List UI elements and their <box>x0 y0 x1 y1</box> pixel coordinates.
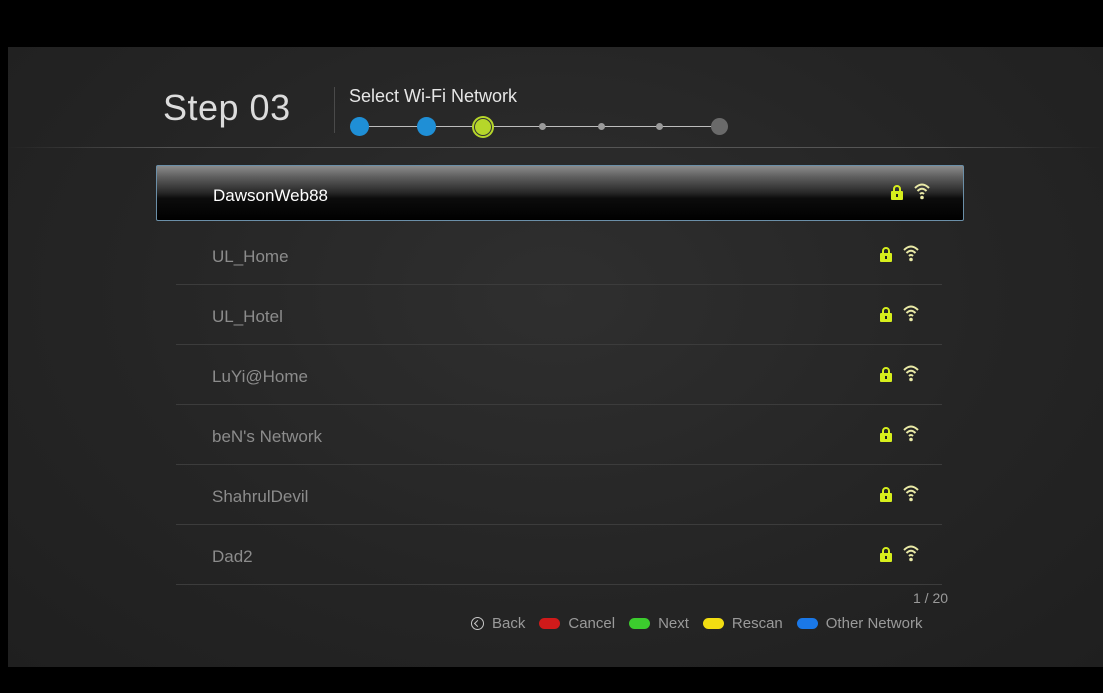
lock-icon <box>880 307 892 322</box>
network-name: DawsonWeb88 <box>213 186 328 205</box>
wifi-signal-icon <box>903 425 919 442</box>
progress-step-6 <box>656 123 663 130</box>
page-indicator: 1 / 20 <box>913 590 949 606</box>
progress-step-7 <box>711 118 728 135</box>
lock-icon <box>891 185 903 200</box>
step-number: Step 03 <box>163 87 291 128</box>
back-label: Back <box>492 614 526 632</box>
progress-step-4 <box>539 123 546 130</box>
network-name: ShahrulDevil <box>212 487 309 506</box>
network-row[interactable]: Dad2 <box>176 525 942 585</box>
wifi-signal-icon <box>903 365 919 382</box>
lock-icon <box>880 427 892 442</box>
other-network-label: Other Network <box>825 614 923 632</box>
network-name: Dad2 <box>212 547 253 566</box>
lock-icon <box>880 487 892 502</box>
lock-icon <box>880 547 892 562</box>
step-progress-indicator <box>350 117 730 137</box>
blue-key-icon <box>796 617 818 629</box>
step-title: Select Wi-Fi Network <box>349 86 518 106</box>
red-key-icon <box>539 617 561 629</box>
back-button[interactable]: Back <box>471 615 525 632</box>
rescan-button[interactable]: Rescan <box>702 614 783 632</box>
network-name: beN's Network <box>212 427 323 446</box>
cancel-button[interactable]: Cancel <box>539 615 615 632</box>
network-row[interactable]: DawsonWeb88 <box>156 165 964 221</box>
progress-step-2 <box>417 117 436 136</box>
other-network-button[interactable]: Other Network <box>796 614 923 632</box>
cancel-label: Cancel <box>568 614 616 632</box>
network-name: LuYi@Home <box>212 367 308 386</box>
wifi-signal-icon <box>903 245 919 262</box>
lock-icon <box>880 247 892 262</box>
rescan-label: Rescan <box>731 614 783 632</box>
network-row[interactable]: UL_Hotel <box>176 285 942 345</box>
header-divider <box>334 87 335 133</box>
lock-icon <box>880 367 892 382</box>
network-name: UL_Home <box>212 247 289 266</box>
progress-step-5 <box>598 123 605 130</box>
header-separator <box>8 147 1103 148</box>
progress-step-1 <box>350 117 369 136</box>
network-row[interactable]: UL_Home <box>176 225 942 285</box>
wifi-signal-icon <box>903 305 919 322</box>
network-row[interactable]: ShahrulDevil <box>176 465 942 525</box>
progress-step-3-current <box>474 118 492 136</box>
network-name: UL_Hotel <box>212 307 283 326</box>
wifi-signal-icon <box>903 545 919 562</box>
next-label: Next <box>658 614 689 632</box>
wifi-signal-icon <box>903 485 919 502</box>
next-button[interactable]: Next <box>629 615 689 632</box>
wifi-signal-icon <box>914 183 930 200</box>
network-row[interactable]: LuYi@Home <box>176 345 942 405</box>
back-button-icon <box>471 616 484 630</box>
yellow-key-icon <box>702 617 724 629</box>
wifi-setup-screen: Step 03 Select Wi-Fi Network DawsonWeb88… <box>8 47 1103 667</box>
network-row[interactable]: beN's Network <box>176 405 942 465</box>
wifi-network-list: DawsonWeb88 UL_Home UL_Hotel LuYi@Home b… <box>156 165 964 585</box>
green-key-icon <box>629 617 651 629</box>
remote-key-legend: Back Cancel Next Rescan Other Network <box>471 613 936 633</box>
